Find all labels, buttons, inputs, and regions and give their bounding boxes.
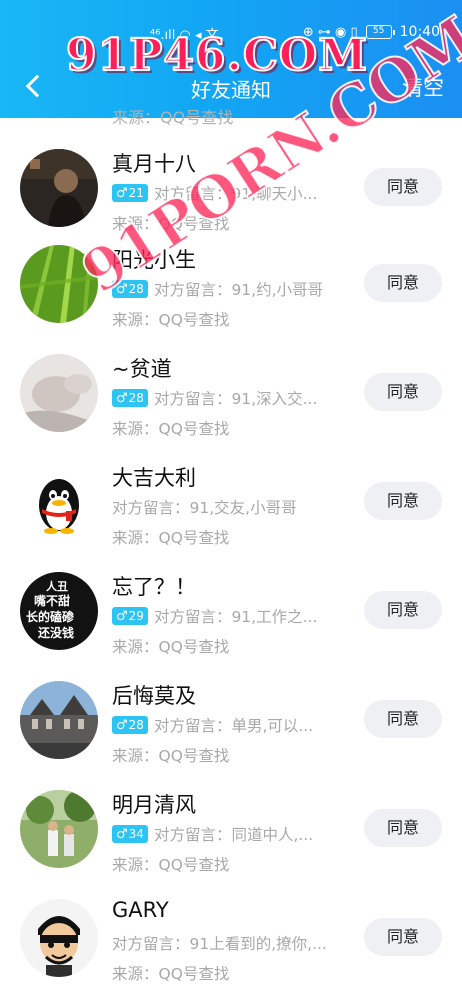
friend-request-row[interactable]: 阳光小生 ♂ 28 对方留言：91,约,小哥哥 来源：QQ号查找 同意 (0, 214, 462, 329)
svg-text:人丑: 人丑 (46, 579, 68, 593)
friend-request-list: 真月十八 ♂ 21 对方留言：91,聊天小... 来源：QQ号查找 同意 阳光小生… (0, 118, 462, 983)
agree-button[interactable]: 同意 (364, 700, 442, 738)
friend-request-row[interactable]: 后悔莫及 ♂ 28 对方留言：单男,可以... 来源：QQ号查找 同意 (0, 650, 462, 765)
avatar[interactable] (20, 354, 98, 432)
friend-request-row[interactable]: 真月十八 ♂ 21 对方留言：91,聊天小... 来源：QQ号查找 同意 (0, 118, 462, 233)
requester-name: 后悔莫及 (112, 684, 196, 708)
friend-request-row[interactable]: GARY 对方留言：91上看到的,撩你,... 来源：QQ号查找 同意 (0, 868, 462, 983)
friend-request-row[interactable]: 人丑 嘴不甜 长的磕碜 还没钱 忘了？！ ♂ 29 对方留言：91,工作之... … (0, 541, 462, 656)
clear-button[interactable]: 清空 (402, 72, 444, 102)
requester-name: 大吉大利 (112, 466, 196, 490)
svg-text:嘴不甜: 嘴不甜 (34, 593, 70, 608)
gender-age-badge: ♂ 21 (112, 184, 148, 202)
request-message: 对方留言：91上看到的,撩你,... (112, 935, 327, 953)
male-icon: ♂ (116, 281, 128, 297)
gender-age-badge: ♂ 28 (112, 280, 148, 298)
avatar[interactable] (20, 463, 98, 541)
status-time: 10:40 (399, 24, 440, 40)
requester-name: 忘了？！ (112, 575, 196, 599)
requester-name: ~贫道 (112, 357, 172, 381)
avatar[interactable] (20, 245, 98, 323)
request-message: 对方留言：91,交友,小哥哥 (112, 499, 297, 517)
watermark-top: 91P46.COM (65, 29, 368, 82)
male-icon: ♂ (116, 717, 128, 733)
penguin-icon (20, 463, 98, 541)
male-icon: ♂ (116, 608, 128, 624)
request-message: 对方留言：91,深入交... (153, 390, 318, 408)
agree-button[interactable]: 同意 (364, 373, 442, 411)
gender-age-badge: ♂ 28 (112, 716, 148, 734)
agree-button[interactable]: 同意 (364, 168, 442, 206)
requester-name: GARY (112, 898, 169, 922)
avatar[interactable] (20, 790, 98, 868)
request-message: 对方留言：91,工作之... (153, 608, 318, 626)
gender-age-badge: ♂ 34 (112, 825, 148, 843)
avatar[interactable] (20, 681, 98, 759)
avatar[interactable] (20, 899, 98, 977)
request-message: 对方留言：91,约,小哥哥 (153, 281, 324, 299)
request-message: 对方留言：单男,可以... (153, 717, 314, 735)
avatar[interactable]: 人丑 嘴不甜 长的磕碜 还没钱 (20, 572, 98, 650)
male-icon: ♂ (116, 390, 128, 406)
agree-button[interactable]: 同意 (364, 264, 442, 302)
battery-icon: 55 (365, 25, 395, 39)
request-message: 对方留言：91,聊天小... (153, 185, 318, 203)
svg-text:还没钱: 还没钱 (37, 625, 74, 640)
requester-name: 明月清风 (112, 793, 196, 817)
gender-age-badge: ♂ 28 (112, 389, 148, 407)
friend-request-row[interactable]: 明月清风 ♂ 34 对方留言：同道中人,... 来源：QQ号查找 同意 (0, 759, 462, 874)
svg-text:长的磕碜: 长的磕碜 (26, 609, 74, 624)
male-icon: ♂ (116, 185, 128, 201)
request-message: 对方留言：同道中人,... (153, 826, 314, 844)
agree-button[interactable]: 同意 (364, 809, 442, 847)
male-icon: ♂ (116, 826, 128, 842)
friend-request-row[interactable]: ~贫道 ♂ 28 对方留言：91,深入交... 来源：QQ号查找 同意 (0, 323, 462, 438)
agree-button[interactable]: 同意 (364, 918, 442, 956)
requester-name: 阳光小生 (112, 248, 196, 272)
gender-age-badge: ♂ 29 (112, 607, 148, 625)
request-source: 来源：QQ号查找 (112, 965, 230, 983)
agree-button[interactable]: 同意 (364, 591, 442, 629)
agree-button[interactable]: 同意 (364, 482, 442, 520)
friend-request-row[interactable]: 大吉大利 对方留言：91,交友,小哥哥 来源：QQ号查找 同意 (0, 432, 462, 547)
requester-name: 真月十八 (112, 152, 196, 176)
